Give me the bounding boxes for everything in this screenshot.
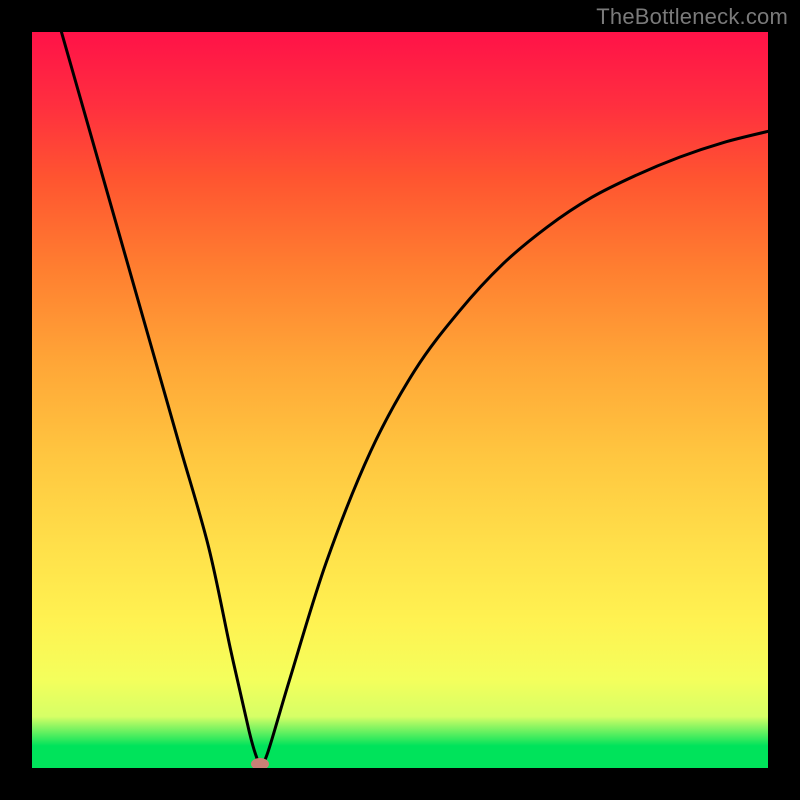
plot-area	[32, 32, 768, 768]
chart-frame: TheBottleneck.com	[0, 0, 800, 800]
watermark-text: TheBottleneck.com	[596, 4, 788, 30]
minimum-marker-dot	[251, 758, 269, 768]
bottleneck-curve	[32, 32, 768, 768]
